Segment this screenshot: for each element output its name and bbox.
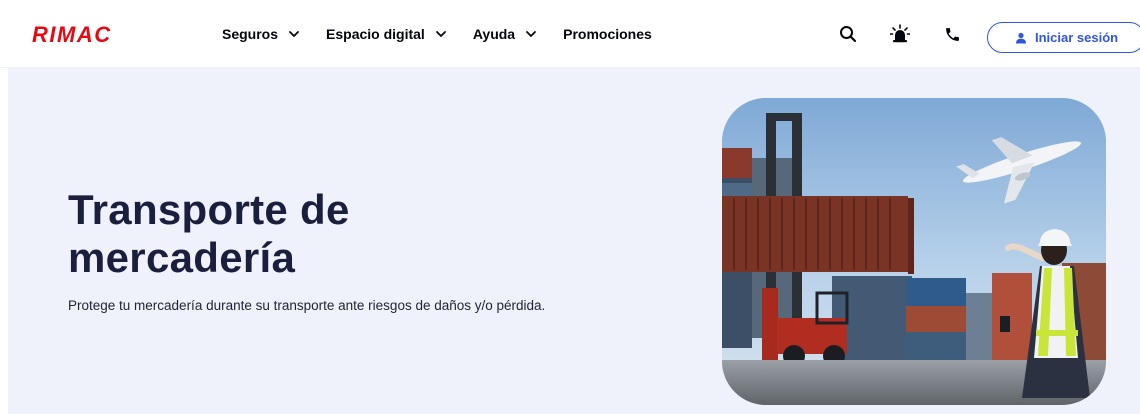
login-label: Iniciar sesión bbox=[1035, 30, 1119, 45]
nav-tools bbox=[836, 0, 984, 68]
nav-item-label: Espacio digital bbox=[326, 26, 425, 42]
nav-item-ayuda[interactable]: Ayuda bbox=[473, 26, 537, 42]
alert-siren-icon bbox=[890, 24, 910, 43]
title-line-2: mercadería bbox=[68, 234, 296, 281]
nav-item-label: Promociones bbox=[563, 26, 652, 42]
emergency-button[interactable] bbox=[888, 22, 912, 46]
rimac-logo[interactable]: RIMAC bbox=[32, 22, 112, 48]
nav-item-label: Seguros bbox=[222, 26, 279, 42]
login-button[interactable]: Iniciar sesión bbox=[987, 22, 1140, 53]
main-nav: Seguros Espacio digital Ayuda Promocione… bbox=[222, 0, 678, 68]
cargo-port-illustration bbox=[722, 98, 1106, 405]
hero-image bbox=[722, 98, 1106, 405]
nav-item-espacio-digital[interactable]: Espacio digital bbox=[326, 26, 447, 42]
hero-subtitle: Protege tu mercadería durante su transpo… bbox=[68, 298, 546, 313]
phone-icon bbox=[945, 27, 959, 41]
top-navbar: RIMAC Seguros Espacio digital Ayuda Prom… bbox=[0, 0, 1140, 68]
nav-item-label: Ayuda bbox=[472, 26, 516, 42]
chevron-down-icon bbox=[526, 31, 537, 37]
chevron-down-icon bbox=[435, 31, 446, 37]
nav-item-seguros[interactable]: Seguros bbox=[222, 26, 300, 42]
user-icon bbox=[1016, 32, 1026, 43]
page-title: Transporte de mercadería bbox=[68, 186, 488, 282]
nav-item-promociones[interactable]: Promociones bbox=[563, 26, 652, 42]
title-line-1: Transporte de bbox=[68, 186, 350, 233]
chevron-down-icon bbox=[289, 31, 299, 37]
search-button[interactable] bbox=[836, 22, 860, 46]
phone-button[interactable] bbox=[940, 22, 964, 46]
search-icon bbox=[840, 26, 857, 43]
